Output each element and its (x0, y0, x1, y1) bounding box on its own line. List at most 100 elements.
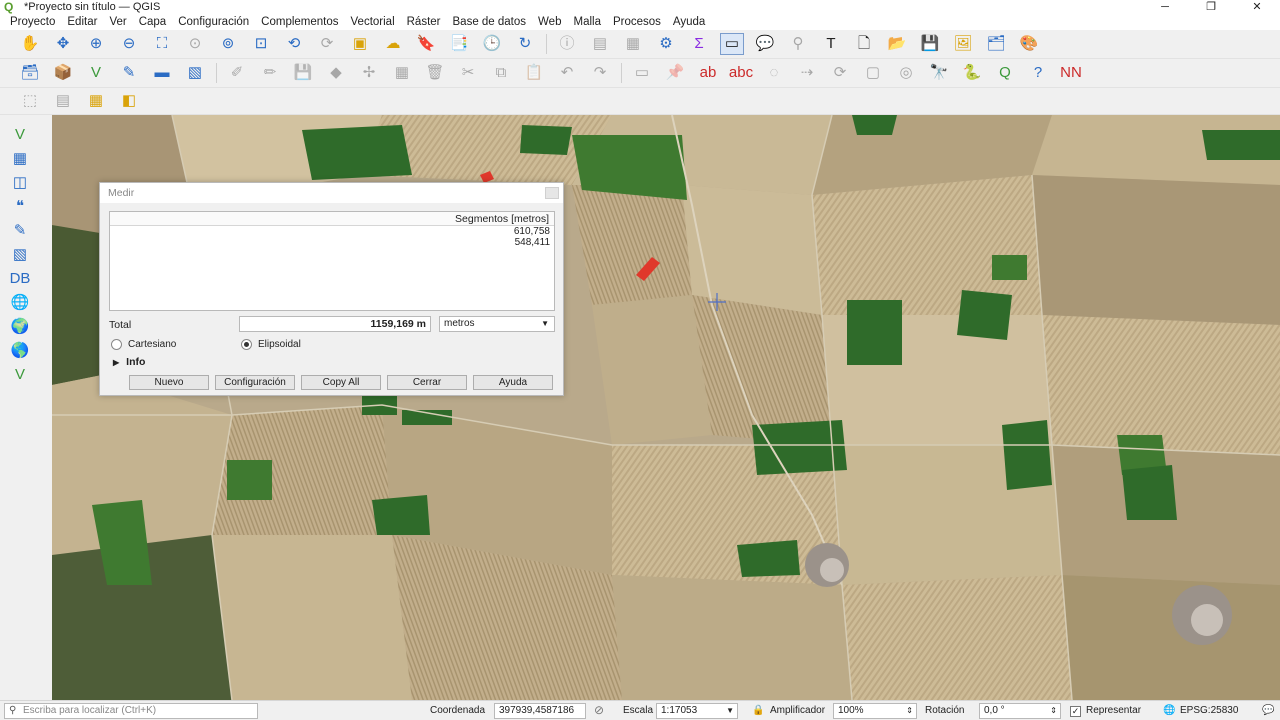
refresh-icon[interactable]: ↻ (513, 33, 537, 55)
modify-attributes-icon[interactable]: ▦ (390, 62, 414, 84)
messages-icon[interactable]: 💬 (1262, 705, 1274, 716)
render-checkbox[interactable]: ✓ (1070, 706, 1081, 717)
zoom-next-icon[interactable]: ⟳ (315, 33, 339, 55)
magnifier-spinbox[interactable]: 100% ⇕ (833, 703, 917, 719)
attribute-table-icon[interactable]: ▤ (588, 33, 612, 55)
label-toolbar-icon[interactable]: ▭ (630, 62, 654, 84)
new-button[interactable]: Nuevo (129, 375, 209, 390)
pan-to-selection-icon[interactable]: ✥ (51, 33, 75, 55)
menu-editar[interactable]: Editar (61, 14, 103, 30)
paste-features-icon[interactable]: 📋 (522, 62, 546, 84)
identify-icon[interactable]: ⓘ (555, 33, 579, 55)
new-spatialite-icon[interactable]: ✎ (117, 62, 141, 84)
menu-raster[interactable]: Ráster (401, 14, 447, 30)
help-icon[interactable]: ? (1026, 62, 1050, 84)
segment-row[interactable]: 610,758 (110, 226, 554, 237)
menu-malla[interactable]: Malla (567, 14, 606, 30)
select-location-icon[interactable]: ◧ (117, 90, 141, 112)
units-select[interactable]: metros ▼ (439, 316, 555, 332)
python-icon[interactable]: 🐍 (960, 62, 984, 84)
new-project-icon[interactable]: 🗋 (852, 33, 876, 55)
rotation-spinbox[interactable]: 0,0 ° ⇕ (979, 703, 1061, 719)
add-delimited-text-icon[interactable]: ❝ (8, 195, 32, 218)
cut-features-icon[interactable]: ✂ (456, 62, 480, 84)
dialog-close-button[interactable] (545, 187, 559, 199)
zoom-to-selection-icon[interactable]: ⊙ (183, 33, 207, 55)
save-edits-icon[interactable]: 💾 (291, 62, 315, 84)
new-3d-view-icon[interactable]: ☁ (381, 33, 405, 55)
rotate-label-icon[interactable]: ⟳ (828, 62, 852, 84)
pan-hand-icon[interactable]: ✋ (18, 33, 42, 55)
map-tips-icon[interactable]: 💬 (753, 33, 777, 55)
new-print-layout-icon[interactable]: 🖼 (951, 33, 975, 55)
segments-column-header[interactable]: Segmentos [metros] (110, 212, 554, 226)
add-wfs-layer-icon[interactable]: 🌍 (8, 315, 32, 338)
select-by-value-icon[interactable]: ▤ (51, 90, 75, 112)
save-project-icon[interactable]: 💾 (918, 33, 942, 55)
lock-scale-icon[interactable]: 🔒 (752, 705, 764, 716)
add-raster-layer-icon[interactable]: ▦ (8, 147, 32, 170)
menu-web[interactable]: Web (532, 14, 567, 30)
new-temporary-layer-icon[interactable]: ▬ (150, 62, 174, 84)
zoom-out-icon[interactable]: ⊖ (117, 33, 141, 55)
style-manager-icon[interactable]: 🎨 (1017, 33, 1041, 55)
nnjoin-plugin-icon[interactable]: NN (1059, 62, 1083, 84)
new-geopackage-icon[interactable]: 📦 (51, 62, 75, 84)
segment-row[interactable]: 548,411 (110, 237, 554, 248)
show-hide-labels-icon[interactable]: ◎ (894, 62, 918, 84)
copy-all-button[interactable]: Copy All (301, 375, 381, 390)
redo-icon[interactable]: ↷ (588, 62, 612, 84)
copy-features-icon[interactable]: ⧉ (489, 62, 513, 84)
add-vector-tile-icon[interactable]: V (8, 363, 32, 386)
select-by-area-icon[interactable]: ⬚ (18, 90, 42, 112)
statistics-sum-icon[interactable]: Σ (687, 33, 711, 55)
menu-vectorial[interactable]: Vectorial (345, 14, 401, 30)
radio-cartesian[interactable]: Cartesiano (111, 339, 176, 350)
move-label-icon[interactable]: ⇢ (795, 62, 819, 84)
close-window-button[interactable]: ✕ (1234, 0, 1280, 14)
zoom-in-icon[interactable]: ⊕ (84, 33, 108, 55)
close-button[interactable]: Cerrar (387, 375, 467, 390)
temporal-controller-icon[interactable]: 🕒 (480, 33, 504, 55)
layout-manager-icon[interactable]: 🗂 (984, 33, 1008, 55)
processing-toolbox-icon[interactable]: ⚙ (654, 33, 678, 55)
menu-capa[interactable]: Capa (133, 14, 173, 30)
help-button[interactable]: Ayuda (473, 375, 553, 390)
add-mesh-layer-icon[interactable]: ◫ (8, 171, 32, 194)
info-section-toggle[interactable]: ▶ Info (113, 356, 145, 368)
spin-arrows-icon[interactable]: ⇕ (906, 704, 913, 718)
field-calculator-icon[interactable]: ▦ (621, 33, 645, 55)
maximize-button[interactable]: ❐ (1188, 0, 1234, 14)
new-virtual-layer-icon[interactable]: ▧ (183, 62, 207, 84)
configuration-button[interactable]: Configuración (215, 375, 295, 390)
add-gpx-layer-icon[interactable]: ✎ (8, 219, 32, 242)
new-shapefile-icon[interactable]: V (84, 62, 108, 84)
dialog-title-bar[interactable]: Medir (100, 183, 563, 203)
quickmapservices-icon[interactable]: Q (993, 62, 1017, 84)
minimize-button[interactable]: ─ (1142, 0, 1188, 14)
zoom-full-icon[interactable]: ⛶ (150, 33, 174, 55)
add-vector-layer-icon[interactable]: V (8, 123, 32, 146)
menu-procesos[interactable]: Procesos (607, 14, 667, 30)
spin-arrows-icon[interactable]: ⇕ (1050, 704, 1057, 718)
scale-combo[interactable]: 1:17053 ▼ (656, 703, 738, 719)
toggle-extents-icon[interactable]: ⊘ (594, 703, 604, 717)
delete-selected-icon[interactable]: 🗑 (423, 62, 447, 84)
diagram-abc-icon[interactable]: abc (729, 62, 753, 84)
add-feature-icon[interactable]: ◆ (324, 62, 348, 84)
zoom-last-icon[interactable]: ⟲ (282, 33, 306, 55)
radio-ellipsoidal-indicator[interactable] (241, 339, 252, 350)
add-virtual-layer-icon[interactable]: ▧ (8, 243, 32, 266)
menu-ver[interactable]: Ver (103, 14, 132, 30)
pin-labels-icon[interactable]: 📌 (663, 62, 687, 84)
zoom-to-layer-icon[interactable]: ⊚ (216, 33, 240, 55)
coordinate-field[interactable]: 397939,4587186 (494, 703, 586, 719)
ruler-icon[interactable]: ▭ (720, 33, 744, 55)
menu-complementos[interactable]: Complementos (255, 14, 344, 30)
metasearch-icon[interactable]: 🔭 (927, 62, 951, 84)
select-features-icon[interactable]: ⚲ (786, 33, 810, 55)
add-wcs-layer-icon[interactable]: 🌎 (8, 339, 32, 362)
add-database-layer-icon[interactable]: DB (8, 267, 32, 290)
menu-configuracion[interactable]: Configuración (172, 14, 255, 30)
add-wms-layer-icon[interactable]: 🌐 (8, 291, 32, 314)
